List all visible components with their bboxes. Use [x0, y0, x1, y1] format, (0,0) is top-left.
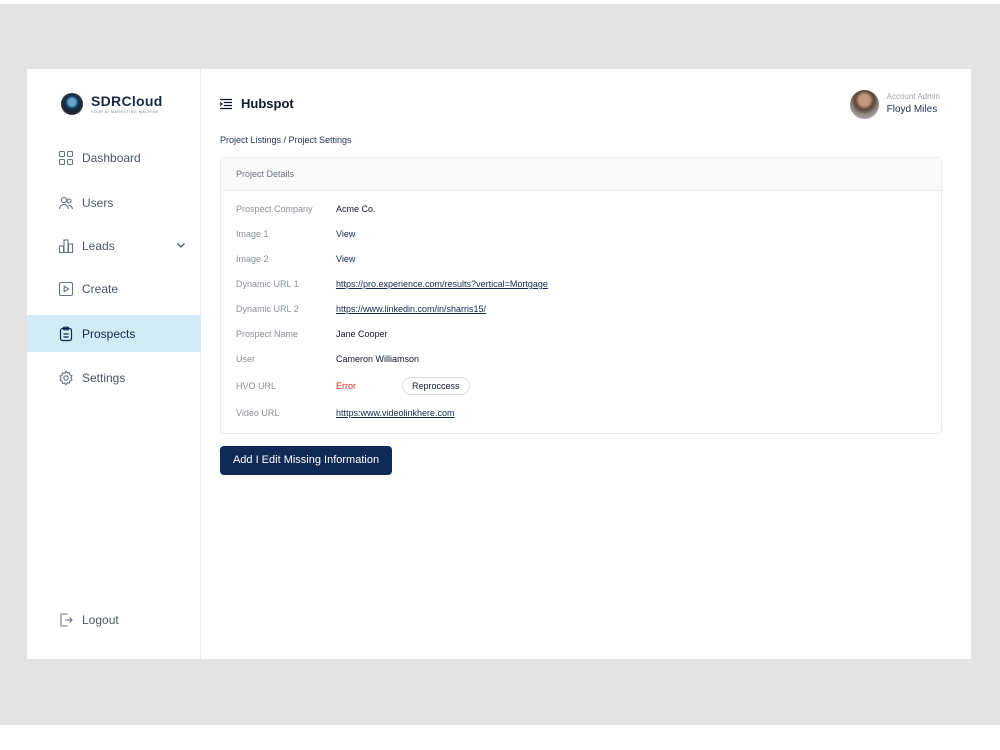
sdrcloud-logo-icon [61, 93, 83, 115]
detail-row-dynamic-url-1: Dynamic URL 1 https://pro.experience.com… [236, 276, 548, 292]
sidebar-item-label: Prospects [82, 326, 136, 341]
logout-label: Logout [82, 612, 119, 627]
logout-button[interactable]: Logout [27, 601, 201, 638]
detail-label: User [236, 354, 256, 364]
sidebar-item-leads[interactable]: Leads [27, 227, 201, 264]
reprocess-button[interactable]: Reproccess [402, 377, 470, 395]
detail-label: Image 2 [236, 254, 269, 264]
detail-row-image-1: Image 1 View [236, 226, 355, 242]
detail-label: Dynamic URL 2 [236, 304, 299, 314]
dynamic-url-2-link[interactable]: https://www.linkedin.com/in/sharris15/ [336, 304, 486, 314]
detail-value: Jane Cooper [336, 329, 388, 339]
leads-icon [58, 238, 74, 254]
account-name: Floyd Miles [886, 104, 938, 115]
detail-row-image-2: Image 2 View [236, 251, 355, 267]
video-url-link[interactable]: htttps:www.videolinkhere.com [336, 408, 455, 418]
project-details-heading: Project Details [221, 158, 941, 191]
account-menu[interactable]: Account Admin Floyd Miles [849, 90, 940, 119]
view-image-1-link[interactable]: View [336, 229, 355, 239]
sidebar-item-label: Users [82, 195, 114, 210]
chevron-down-icon[interactable] [175, 239, 187, 254]
sidebar-item-prospects[interactable]: Prospects [27, 315, 201, 352]
gear-icon [58, 369, 74, 386]
sidebar-item-label: Dashboard [82, 150, 141, 165]
dynamic-url-1-link[interactable]: https://pro.experience.com/results?verti… [336, 279, 548, 289]
users-icon [58, 195, 74, 211]
edit-missing-info-button[interactable]: Add I Edit Missing Information [220, 446, 392, 475]
sidebar-item-label: Leads [82, 238, 115, 253]
brand-logo[interactable]: SDRCloud YOUR AI MARKETING MACHINE [61, 93, 163, 115]
sidebar-item-settings[interactable]: Settings [27, 359, 201, 396]
detail-label: Video URL [236, 408, 280, 418]
detail-label: Dynamic URL 1 [236, 279, 299, 289]
sidebar-item-dashboard[interactable]: Dashboard [27, 139, 201, 176]
avatar[interactable] [849, 90, 879, 119]
brand-name: SDRCloud [91, 93, 163, 109]
detail-row-prospect-name: Prospect Name Jane Cooper [236, 326, 388, 342]
sidebar: SDRCloud YOUR AI MARKETING MACHINE Dashb… [27, 69, 201, 659]
main-content: Hubspot Account Admin Floyd Miles Projec… [201, 69, 971, 659]
page-title-text: Hubspot [241, 96, 294, 111]
account-role: Account Admin [886, 92, 940, 101]
brand-tagline: YOUR AI MARKETING MACHINE [91, 110, 160, 114]
detail-row-dynamic-url-2: Dynamic URL 2 https://www.linkedin.com/i… [236, 301, 486, 317]
app-window: SDRCloud YOUR AI MARKETING MACHINE Dashb… [27, 69, 971, 659]
clipboard-icon [58, 326, 74, 342]
detail-row-video-url: Video URL htttps:www.videolinkhere.com [236, 405, 455, 421]
breadcrumb[interactable]: Project Listings / Project Settings [220, 135, 352, 145]
play-square-icon [58, 281, 74, 297]
dashboard-icon [58, 150, 74, 166]
detail-label: Prospect Company [236, 204, 313, 214]
detail-label: Image 1 [236, 229, 269, 239]
view-image-2-link[interactable]: View [336, 254, 355, 264]
detail-label: Prospect Name [236, 329, 299, 339]
logout-icon [58, 612, 74, 628]
sidebar-item-label: Create [82, 281, 119, 296]
error-status: Error [336, 381, 356, 391]
detail-value: Acme Co. [336, 204, 376, 214]
detail-row-prospect-company: Prospect Company Acme Co. [236, 201, 376, 217]
project-details-card: Project Details Prospect Company Acme Co… [220, 157, 942, 434]
detail-value: Cameron Williamson [336, 354, 420, 364]
menu-icon[interactable] [219, 98, 233, 110]
sidebar-item-create[interactable]: Create [27, 270, 201, 307]
page-title: Hubspot [219, 96, 294, 111]
sidebar-item-users[interactable]: Users [27, 184, 201, 221]
sidebar-item-label: Settings [82, 370, 126, 385]
detail-row-hvo-url: HVO URL Error Reproccess [236, 376, 470, 396]
detail-row-user: User Cameron Williamson [236, 351, 419, 367]
detail-label: HVO URL [236, 381, 277, 391]
